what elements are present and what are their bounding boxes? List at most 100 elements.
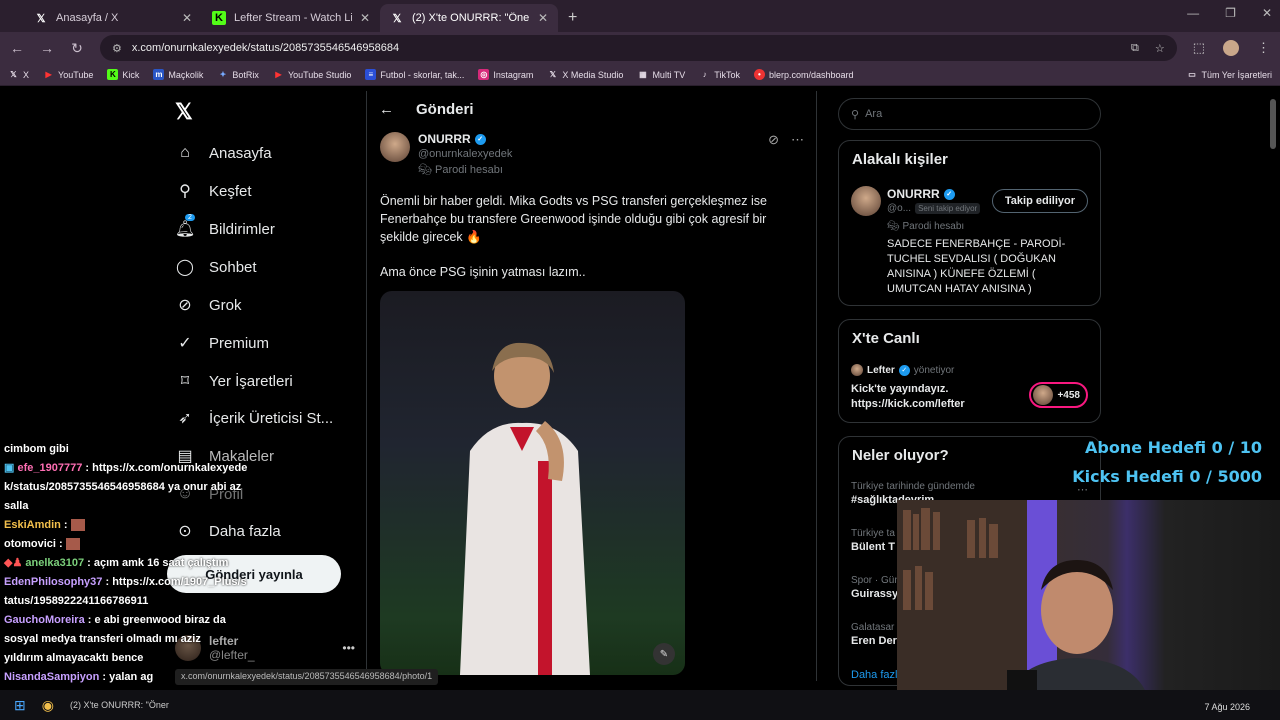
close-icon[interactable]: ✕ bbox=[182, 11, 192, 25]
author-name[interactable]: ONURRR bbox=[418, 132, 471, 146]
author-handle[interactable]: @onurnkalexyedek bbox=[418, 148, 512, 160]
minimize-icon[interactable]: — bbox=[1187, 6, 1199, 20]
nav-label: Sohbet bbox=[209, 258, 257, 276]
emote-icon bbox=[65, 538, 80, 551]
bookmark-kick[interactable]: K Kick bbox=[107, 69, 139, 80]
bookmark-tiktok[interactable]: ♪ TikTok bbox=[699, 69, 740, 80]
maximize-icon[interactable]: ❐ bbox=[1225, 6, 1236, 20]
search-icon: ⚲ bbox=[851, 108, 860, 121]
bookmark-youtube[interactable]: ▶ YouTube bbox=[43, 69, 93, 80]
nav-home[interactable]: ⌂ Anasayfa bbox=[175, 143, 271, 163]
live-text[interactable]: Kick'te yayındayız. https://kick.com/lef… bbox=[851, 382, 1001, 412]
nav-creator-studio[interactable]: ➶ İçerik Üreticisi St... bbox=[175, 408, 333, 428]
browser-tab-3[interactable]: 𝕏 (2) X'te ONURRR: "Önemli bir ha ✕ bbox=[380, 4, 558, 32]
bookmark-youtube-studio[interactable]: ▶ YouTube Studio bbox=[273, 69, 351, 80]
x-logo-icon: 𝕏 bbox=[10, 70, 17, 79]
webcam-image bbox=[897, 500, 1149, 700]
trend-item[interactable]: Spor · Gün Guirassy bbox=[851, 575, 900, 600]
bookmark-botrix[interactable]: ✦ BotRix bbox=[217, 69, 259, 80]
bookmark-multi-tv[interactable]: ▦ Multi TV bbox=[637, 69, 685, 80]
x-logo-icon: 𝕏 bbox=[36, 12, 46, 25]
chat-user: anelka3107 bbox=[25, 557, 85, 569]
avatar[interactable] bbox=[380, 132, 410, 162]
trend-meta: Türkiye ta bbox=[851, 528, 895, 539]
star-icon[interactable]: ☆ bbox=[1155, 42, 1165, 55]
post-text: Önemli bir haber geldi. Mika Godts vs PS… bbox=[380, 194, 767, 244]
live-host[interactable]: Lefter bbox=[867, 365, 895, 376]
bookmark-folder-all[interactable]: ▭ Tüm Yer İşaretleri bbox=[1186, 69, 1272, 80]
new-tab-button[interactable]: + bbox=[558, 9, 587, 32]
nav-notifications[interactable]: 🔔︎ 2 Bildirimler bbox=[175, 214, 275, 239]
botrix-icon: ✦ bbox=[219, 70, 227, 79]
follows-you-badge: Seni takip ediyor bbox=[915, 203, 981, 214]
chat-user: EdenPhilosophy37 bbox=[4, 576, 103, 588]
nav-grok[interactable]: ⊘ Grok bbox=[175, 295, 241, 315]
bookmark-futbol[interactable]: ≡ Futbol - skorlar, tak... bbox=[365, 69, 464, 80]
youtube-icon: ▶ bbox=[275, 70, 282, 79]
taskbar-window[interactable]: (2) X'te ONURRR: "Öner bbox=[70, 700, 169, 710]
nav-explore[interactable]: ⚲ Keşfet bbox=[175, 181, 251, 201]
profile-avatar[interactable] bbox=[1223, 40, 1239, 56]
site-info-icon[interactable]: ⚙ bbox=[112, 42, 122, 55]
chat-message: cimbom gibi bbox=[0, 440, 360, 459]
scrollbar[interactable] bbox=[1270, 99, 1276, 149]
url-text: x.com/onurnkalexyedek/status/20857355465… bbox=[131, 42, 400, 54]
trend-item[interactable]: Türkiye ta Bülent T bbox=[851, 528, 895, 553]
related-handle[interactable]: @o... bbox=[887, 203, 911, 214]
post-photo[interactable]: ✎ bbox=[380, 291, 685, 675]
sub-goal-overlay: Abone Hedefi 0 / 10 bbox=[1085, 438, 1262, 457]
search-input[interactable]: ⚲ Ara bbox=[838, 98, 1101, 130]
back-arrow-icon[interactable]: ← bbox=[379, 101, 394, 118]
chat-message: GauchoMoreira : e abi greenwood biraz da… bbox=[4, 614, 226, 664]
bookmark-instagram[interactable]: ◎ Instagram bbox=[478, 69, 533, 80]
forward-icon[interactable]: → bbox=[40, 40, 54, 56]
avatar[interactable] bbox=[851, 186, 881, 216]
bookmark-mackolik[interactable]: m Maçkolik bbox=[153, 69, 203, 80]
related-name[interactable]: ONURRR bbox=[887, 187, 940, 201]
browser-tab-2[interactable]: K Lefter Stream - Watch Live on K ✕ bbox=[202, 4, 380, 32]
tab-title: (2) X'te ONURRR: "Önemli bir ha bbox=[412, 12, 530, 24]
address-bar-row: ← → ↻ ⚙ x.com/onurnkalexyedek/status/208… bbox=[0, 32, 1280, 64]
tiktok-icon: ♪ bbox=[702, 70, 707, 79]
reload-icon[interactable]: ↻ bbox=[70, 40, 84, 57]
menu-icon[interactable]: ⋮ bbox=[1257, 40, 1270, 56]
close-icon[interactable]: ✕ bbox=[538, 11, 548, 25]
extensions-icon[interactable]: ⬚ bbox=[1193, 40, 1205, 56]
trend-name: Guirassy bbox=[851, 588, 899, 600]
post-author[interactable]: ONURRR ✓ @onurnkalexyedek 🎭︎ Parodi hesab… bbox=[380, 132, 512, 176]
show-more-link[interactable]: Daha fazla bbox=[851, 669, 904, 681]
verified-icon: ✓ bbox=[943, 188, 955, 200]
grok-icon[interactable]: ⊘ bbox=[768, 132, 779, 148]
close-window-icon[interactable]: ✕ bbox=[1262, 6, 1272, 20]
bookmark-blerp[interactable]: • blerp.com/dashboard bbox=[753, 69, 854, 80]
back-icon[interactable]: ← bbox=[10, 40, 24, 56]
verified-icon: ✓ bbox=[898, 364, 910, 376]
live-listeners[interactable]: +458 bbox=[1029, 382, 1088, 408]
youtube-icon: ▶ bbox=[45, 70, 52, 79]
install-icon[interactable]: ⧉ bbox=[1131, 42, 1139, 55]
chrome-icon[interactable]: ◉ bbox=[42, 697, 54, 714]
badge-icon: ◆♟ bbox=[4, 557, 23, 569]
premium-icon: ✓ bbox=[178, 335, 192, 352]
windows-start-icon[interactable]: ⊞ bbox=[14, 697, 26, 714]
trend-meta: Galatasar bbox=[851, 622, 895, 633]
bookmark-x[interactable]: 𝕏X bbox=[8, 69, 29, 80]
following-button[interactable]: Takip ediliyor bbox=[991, 189, 1088, 213]
nav-premium[interactable]: ✓ Premium bbox=[175, 333, 269, 353]
trend-item[interactable]: Galatasar Eren Der bbox=[851, 622, 897, 647]
close-icon[interactable]: ✕ bbox=[360, 11, 370, 25]
nav-label: Premium bbox=[209, 334, 270, 352]
x-logo-icon[interactable]: 𝕏 bbox=[175, 99, 193, 125]
post-text-2: Ama önce PSG işinin yatması lazım.. bbox=[380, 265, 586, 279]
image-edit-icon[interactable]: ✎ bbox=[653, 643, 675, 665]
grok-icon: ⊘ bbox=[178, 297, 192, 314]
nav-chat[interactable]: ◯ Sohbet bbox=[175, 257, 257, 277]
chat-user: GauchoMoreira bbox=[4, 614, 85, 626]
os-taskbar: ⊞ ◉ (2) X'te ONURRR: "Öner 7 Ağu 2026 bbox=[0, 690, 1280, 720]
browser-tab-1[interactable]: 𝕏 Anasayfa / X ✕ bbox=[24, 4, 202, 32]
url-field[interactable]: ⚙ x.com/onurnkalexyedek/status/208573554… bbox=[100, 35, 1177, 61]
more-icon[interactable]: ⋯ bbox=[791, 132, 804, 148]
bookmark-label: BotRix bbox=[232, 69, 259, 80]
bookmark-x-media-studio[interactable]: 𝕏 X Media Studio bbox=[547, 69, 624, 80]
nav-bookmarks[interactable]: ⌑ Yer İşaretleri bbox=[175, 371, 293, 391]
